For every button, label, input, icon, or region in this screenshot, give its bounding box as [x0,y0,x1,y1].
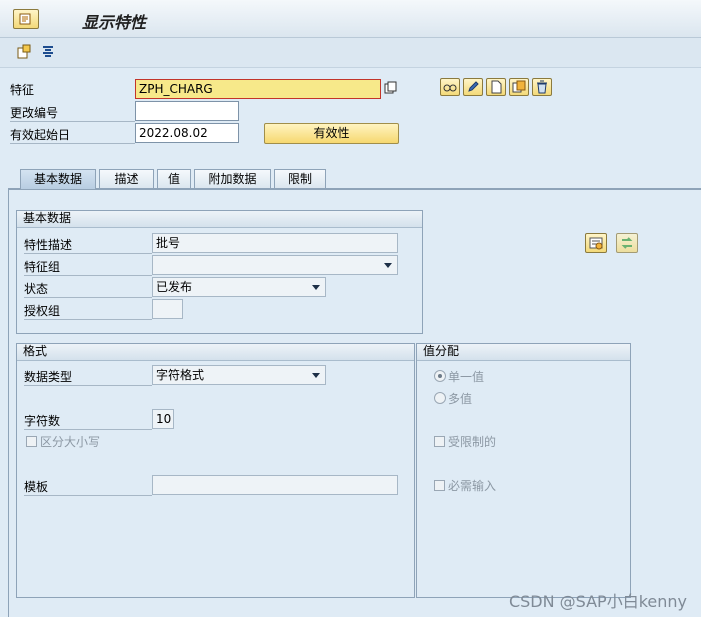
delete-trash-icon[interactable] [532,78,552,96]
window-title: 显示特性 [82,13,147,32]
change-pencil-icon[interactable] [463,78,483,96]
auth-group-label: 授权组 [24,302,152,320]
status-label: 状态 [24,280,152,298]
change-number-label: 更改编号 [10,104,135,122]
where-used-icon[interactable] [616,233,638,253]
menu-icon[interactable] [13,9,39,29]
template-field[interactable] [152,475,398,495]
num-chars-field[interactable]: 10 [152,409,174,429]
copy-icon[interactable] [384,81,398,95]
template-label: 模板 [24,478,152,496]
char-group-dropdown[interactable] [152,255,398,275]
single-value-label: 单一值 [448,370,485,384]
case-sensitive-checkbox[interactable] [26,436,37,447]
restricted-checkbox[interactable] [434,436,445,447]
multiple-values-radio[interactable] [434,392,446,404]
value-assignment-group-title: 值分配 [417,344,630,361]
copy-from-icon[interactable] [509,78,529,96]
class-assignment-icon[interactable] [585,233,607,253]
auth-group-field[interactable] [152,299,183,319]
required-entry-checkbox[interactable] [434,480,445,491]
tab-restrictions[interactable]: 限制 [274,169,326,188]
tab-additional-data[interactable]: 附加数据 [194,169,271,188]
application-toolbar [0,38,701,68]
tab-basic-data[interactable]: 基本数据 [20,169,96,189]
validity-button[interactable]: 有效性 [264,123,399,144]
other-characteristic-icon[interactable] [16,44,32,60]
tab-description[interactable]: 描述 [99,169,154,188]
num-chars-label: 字符数 [24,412,152,430]
description-field[interactable]: 批号 [152,233,398,253]
change-number-field[interactable] [135,101,239,121]
valid-from-field[interactable]: 2022.08.02 [135,123,239,143]
status-dropdown[interactable]: 已发布 [152,277,326,297]
characteristic-field[interactable]: ZPH_CHARG [135,79,381,99]
required-entry-label: 必需输入 [448,479,497,493]
data-type-dropdown[interactable]: 字符格式 [152,365,326,385]
format-group-title: 格式 [17,344,414,361]
display-glasses-icon[interactable] [440,78,460,96]
multiple-values-label: 多值 [448,392,473,406]
classification-icon[interactable] [40,44,56,60]
valid-from-label: 有效起始日 [10,126,135,144]
char-group-label: 特征组 [24,258,152,276]
data-type-label: 数据类型 [24,368,152,386]
single-value-radio[interactable] [434,370,446,382]
restricted-label: 受限制的 [448,435,497,449]
create-page-icon[interactable] [486,78,506,96]
tab-values[interactable]: 值 [157,169,191,188]
characteristic-label: 特征 [10,83,35,97]
description-label: 特性描述 [24,236,152,254]
case-sensitive-label: 区分大小写 [40,435,101,449]
watermark: CSDN @SAP小白kenny [508,592,687,611]
basic-data-group-title: 基本数据 [17,211,422,228]
